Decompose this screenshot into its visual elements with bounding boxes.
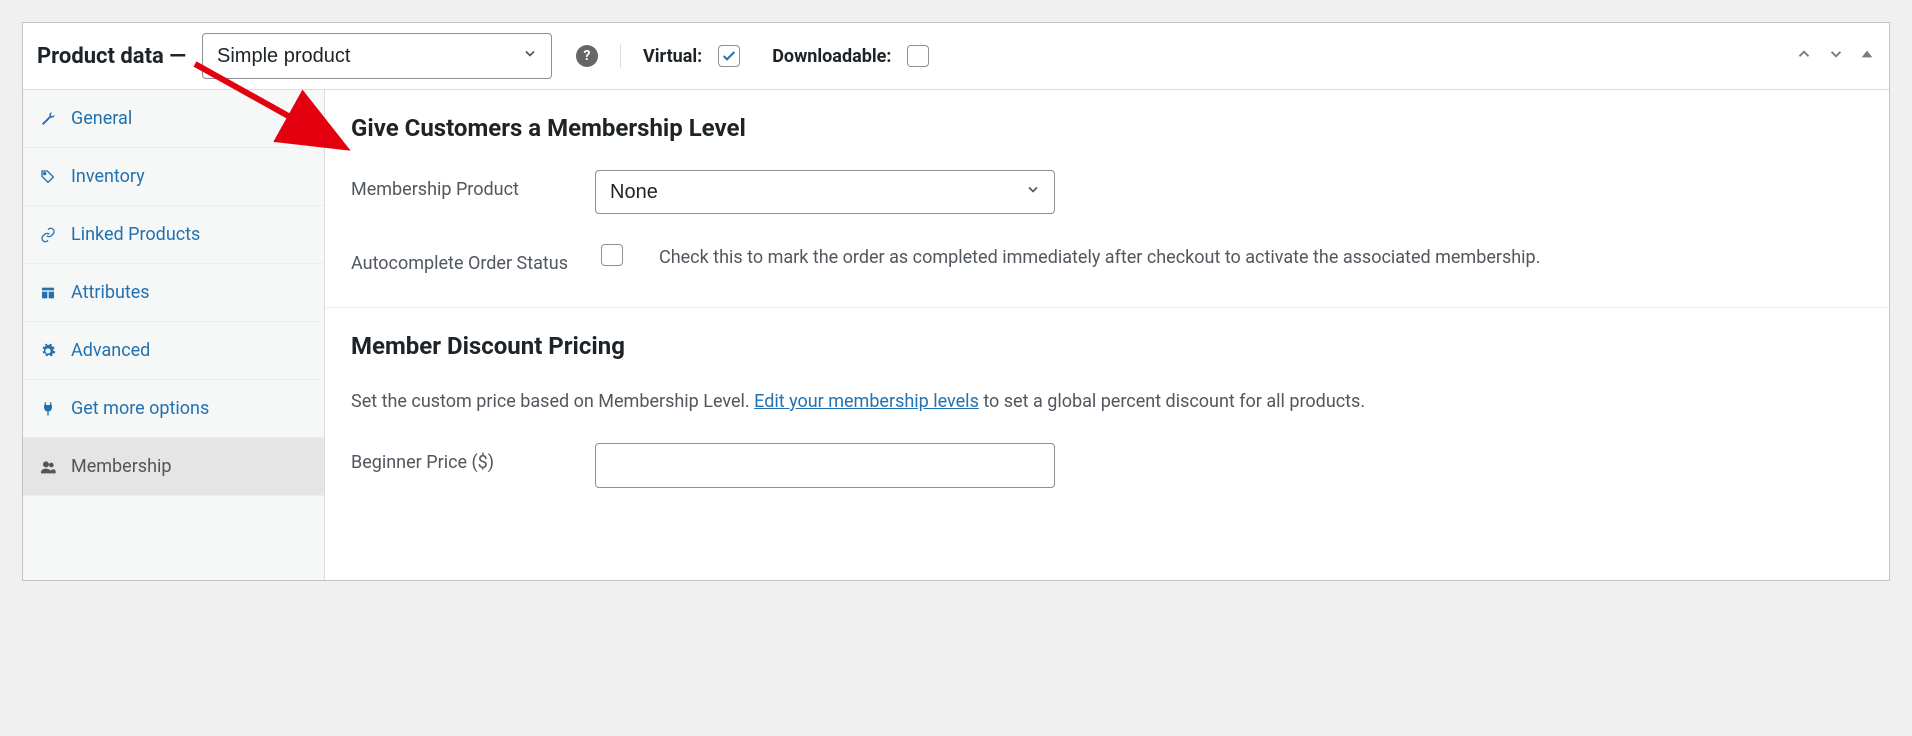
form-row-beginner-price: Beginner Price ($) [351, 443, 1863, 488]
virtual-label: Virtual: [643, 46, 702, 67]
sidebar-item-label: Attributes [71, 282, 150, 303]
section-divider [325, 307, 1889, 308]
form-row-autocomplete: Autocomplete Order Status Check this to … [351, 244, 1863, 277]
sidebar-item-label: General [71, 108, 132, 129]
membership-product-label: Membership Product [351, 170, 595, 203]
edit-membership-levels-link[interactable]: Edit your membership levels [754, 391, 979, 412]
panel-body: General Inventory Linked Products Attrib… [23, 90, 1889, 580]
sidebar-item-get-more-options[interactable]: Get more options [23, 380, 324, 438]
panel-controls [1795, 45, 1875, 68]
discount-description: Set the custom price based on Membership… [351, 388, 1863, 415]
sidebar-item-advanced[interactable]: Advanced [23, 322, 324, 380]
link-icon [39, 226, 57, 244]
beginner-price-label: Beginner Price ($) [351, 443, 595, 476]
sidebar-item-label: Inventory [71, 166, 145, 187]
separator [620, 44, 621, 68]
move-down-icon[interactable] [1827, 45, 1845, 68]
discount-desc-before: Set the custom price based on Membership… [351, 391, 754, 412]
product-data-sidebar: General Inventory Linked Products Attrib… [23, 90, 325, 580]
form-row-membership-product: Membership Product None [351, 170, 1863, 214]
help-icon[interactable]: ? [576, 45, 598, 67]
beginner-price-input[interactable] [595, 443, 1055, 488]
sidebar-item-label: Membership [71, 456, 172, 477]
product-type-select[interactable]: Simple product [202, 33, 552, 79]
wrench-icon [39, 110, 57, 128]
sidebar-item-inventory[interactable]: Inventory [23, 148, 324, 206]
sidebar-item-general[interactable]: General [23, 90, 324, 148]
autocomplete-checkbox[interactable] [601, 244, 623, 266]
layout-icon [39, 284, 57, 302]
sidebar-item-linked-products[interactable]: Linked Products [23, 206, 324, 264]
sidebar-item-label: Linked Products [71, 224, 200, 245]
sidebar-item-label: Get more options [71, 398, 209, 419]
sidebar-item-label: Advanced [71, 340, 150, 361]
downloadable-label: Downloadable: [772, 46, 891, 67]
tag-icon [39, 168, 57, 186]
sidebar-item-membership[interactable]: Membership [23, 438, 324, 496]
gear-icon [39, 342, 57, 360]
product-type-select-wrap: Simple product [202, 33, 552, 79]
virtual-checkbox[interactable] [718, 45, 740, 67]
sidebar-item-attributes[interactable]: Attributes [23, 264, 324, 322]
downloadable-checkbox[interactable] [907, 45, 929, 67]
discount-desc-after: to set a global percent discount for all… [979, 391, 1365, 412]
users-icon [39, 458, 57, 476]
plug-icon [39, 400, 57, 418]
section-title-discount-pricing: Member Discount Pricing [351, 332, 1863, 360]
autocomplete-description: Check this to mark the order as complete… [659, 244, 1540, 273]
collapse-icon[interactable] [1859, 46, 1875, 67]
content-area: Give Customers a Membership Level Member… [325, 90, 1889, 580]
section-title-membership-level: Give Customers a Membership Level [351, 114, 1863, 142]
panel-title: Product data — [37, 44, 186, 69]
product-data-panel: Product data — Simple product ? Virtual:… [22, 22, 1890, 581]
membership-product-select[interactable]: None [595, 170, 1055, 214]
autocomplete-label: Autocomplete Order Status [351, 244, 595, 277]
panel-header: Product data — Simple product ? Virtual:… [23, 23, 1889, 90]
move-up-icon[interactable] [1795, 45, 1813, 68]
